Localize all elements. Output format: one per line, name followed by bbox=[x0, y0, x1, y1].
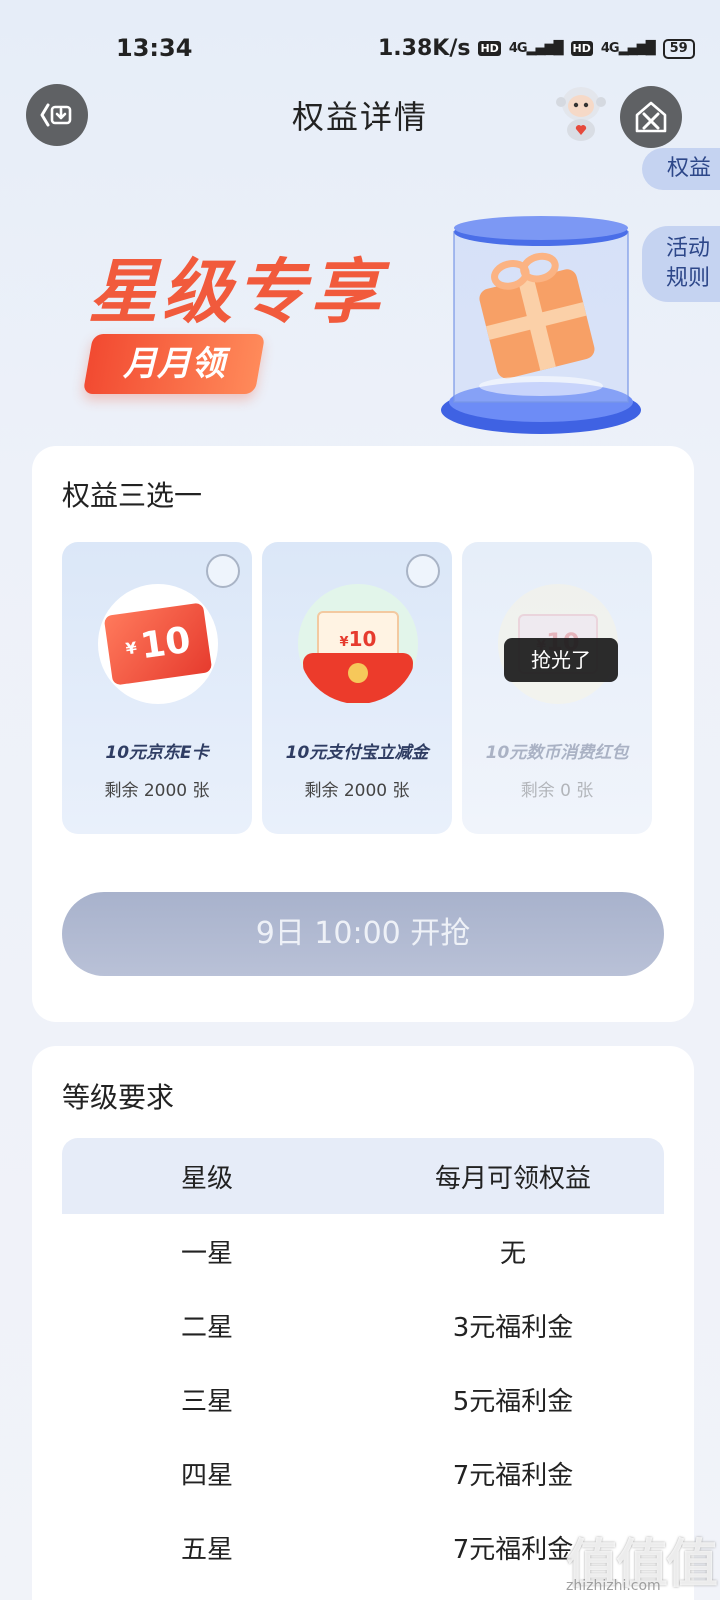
choice-card-title: 权益三选一 bbox=[62, 479, 203, 512]
option-remaining: 剩余 0 张 bbox=[520, 781, 594, 801]
table-row: 一星 无 bbox=[62, 1214, 664, 1288]
rules-label-line2: 规则 bbox=[665, 266, 710, 291]
jd-ecard-icon: ¥10 bbox=[98, 584, 218, 704]
table-row: 四星 7元福利金 bbox=[62, 1436, 664, 1510]
banner-title: 星级专享 bbox=[88, 251, 384, 333]
grab-button[interactable]: 9日 10:00 开抢 bbox=[62, 892, 664, 976]
row-level: 五星 bbox=[180, 1534, 233, 1565]
option-name: 10元支付宝立减金 bbox=[285, 743, 429, 763]
row-benefit: 无 bbox=[499, 1238, 526, 1269]
status-time: 13:34 bbox=[116, 34, 193, 62]
network-speed: 1.38K/s bbox=[378, 36, 471, 61]
signal-icon: 4G▂▄▆█ bbox=[600, 41, 656, 56]
signal-icon: 4G▂▄▆█ bbox=[508, 41, 564, 56]
alipay-red-packet-icon: ¥10 bbox=[298, 584, 418, 704]
table-row: 三星 5元福利金 bbox=[62, 1362, 664, 1436]
row-level: 四星 bbox=[180, 1460, 233, 1491]
level-card-title: 等级要求 bbox=[62, 1081, 175, 1114]
side-tab-rules[interactable]: 活动 规则 bbox=[642, 226, 720, 302]
radio-button[interactable] bbox=[406, 554, 440, 588]
row-benefit: 7元福利金 bbox=[452, 1460, 574, 1491]
sold-out-badge: 抢光了 bbox=[504, 638, 618, 682]
row-benefit: 3元福利金 bbox=[452, 1312, 574, 1343]
table-row: 二星 3元福利金 bbox=[62, 1288, 664, 1362]
status-bar: 13:34 1.38K/s HD 4G▂▄▆█ HD 4G▂▄▆█ 59 bbox=[0, 0, 720, 80]
mascot-icon bbox=[556, 87, 606, 141]
hd-badge: HD bbox=[570, 41, 593, 56]
header-monthly-benefit: 每月可领权益 bbox=[434, 1163, 591, 1194]
watermark-url: zhizhizhi.com bbox=[566, 1578, 661, 1594]
row-level: 三星 bbox=[180, 1386, 233, 1417]
gift-jar-icon bbox=[441, 216, 641, 434]
table-header: 星级 每月可领权益 bbox=[62, 1138, 664, 1214]
option-remaining: 剩余 2000 张 bbox=[104, 781, 210, 801]
row-benefit: 5元福利金 bbox=[452, 1386, 574, 1417]
home-close-icon bbox=[635, 101, 667, 133]
level-table: 星级 每月可领权益 一星 无 二星 3元福利金 三星 5元福利金 四星 7元福利… bbox=[62, 1138, 664, 1584]
battery-icon: 59 bbox=[662, 38, 695, 59]
row-level: 一星 bbox=[180, 1238, 233, 1269]
side-tab-benefits[interactable]: 权益 bbox=[642, 148, 720, 190]
option-name: 10元数币消费红包 bbox=[485, 743, 629, 763]
hd-badge: HD bbox=[478, 41, 501, 56]
radio-button[interactable] bbox=[206, 554, 240, 588]
option-jd-card[interactable]: ¥10 10元京东E卡 剩余 2000 张 bbox=[62, 542, 252, 834]
banner-badge: 月月领 bbox=[82, 334, 266, 394]
option-alipay-discount[interactable]: ¥10 10元支付宝立减金 剩余 2000 张 bbox=[262, 542, 452, 834]
status-indicators: 1.38K/s HD 4G▂▄▆█ HD 4G▂▄▆█ 59 bbox=[378, 36, 695, 61]
header-star-level: 星级 bbox=[180, 1163, 233, 1194]
rules-label-line1: 活动 bbox=[665, 236, 710, 261]
row-level: 二星 bbox=[180, 1312, 233, 1343]
benefit-choice-card: 权益三选一 ¥10 10元京东E卡 剩余 2000 张 ¥10 10元支付宝立减… bbox=[32, 446, 694, 1022]
banner-badge-label: 月月领 bbox=[123, 344, 225, 384]
option-remaining: 剩余 2000 张 bbox=[304, 781, 410, 801]
level-requirements-card: 等级要求 星级 每月可领权益 一星 无 二星 3元福利金 三星 5元福利金 四星… bbox=[32, 1046, 694, 1600]
home-button[interactable] bbox=[620, 86, 682, 148]
option-name: 10元京东E卡 bbox=[105, 743, 209, 763]
option-digital-currency[interactable]: ¥10 抢光了 10元数币消费红包 剩余 0 张 bbox=[462, 542, 652, 834]
page-title: 权益详情 bbox=[291, 98, 428, 136]
